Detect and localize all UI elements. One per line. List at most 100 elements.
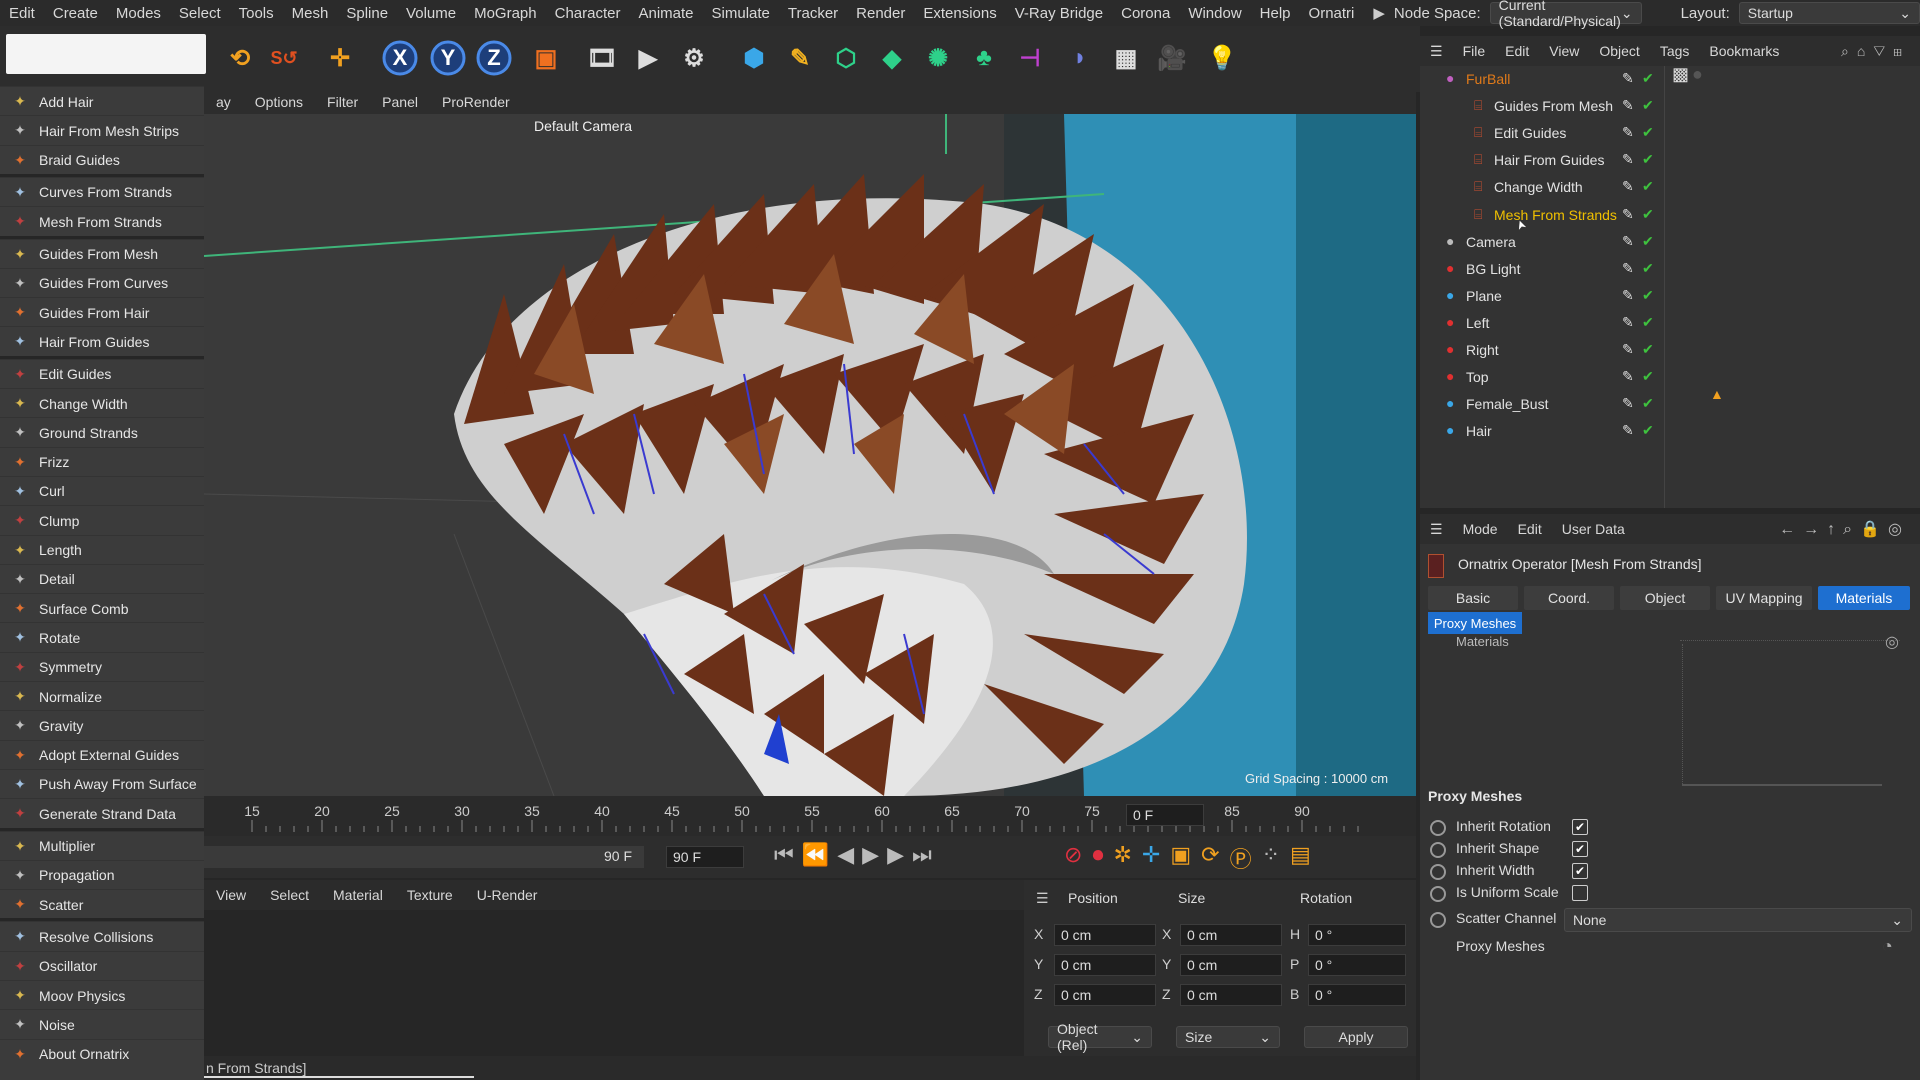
position-field[interactable]: 0 cm <box>1054 984 1156 1006</box>
menu-icon[interactable]: ☰ <box>1420 43 1453 60</box>
material-menu-u-render[interactable]: U-Render <box>465 887 550 903</box>
size-mode-dropdown[interactable]: Size ⌄ <box>1176 1026 1280 1048</box>
edit-toggle-icon[interactable]: ✎ <box>1622 260 1634 277</box>
left-menu-item-oscillator[interactable]: ✦ Oscillator <box>0 950 204 981</box>
tab-materials[interactable]: Materials <box>1818 586 1910 610</box>
edit-toggle-icon[interactable]: ✎ <box>1622 395 1634 412</box>
field-icon[interactable]: ◗ <box>1060 38 1100 78</box>
timeline-ruler[interactable]: 15202530354045505560657075808590 0 F <box>204 796 1416 836</box>
autokey-icon[interactable]: ⏺ <box>1092 842 1103 874</box>
menu-icon[interactable]: ☰ <box>1036 890 1049 907</box>
left-menu-item-symmetry[interactable]: ✦ Symmetry <box>0 651 204 682</box>
end-frame-field[interactable]: 90 F <box>666 846 744 868</box>
object-row-change-width[interactable]: ⌸ Change Width ✎ ✔ <box>1420 174 1920 201</box>
enabled-check-icon[interactable]: ✔ <box>1642 341 1654 358</box>
menu-ornatri[interactable]: Ornatri <box>1300 5 1364 22</box>
left-menu-item-detail[interactable]: ✦ Detail <box>0 563 204 594</box>
menu-mograph[interactable]: MoGraph <box>465 5 546 22</box>
key-pla-icon[interactable]: ⁘ <box>1262 842 1280 874</box>
key-rotation-icon[interactable]: ⟳ <box>1201 842 1219 874</box>
menu-edit[interactable]: Edit <box>0 5 44 22</box>
tab-coord-[interactable]: Coord. <box>1524 586 1614 610</box>
enabled-check-icon[interactable]: ✔ <box>1642 260 1654 277</box>
left-menu-item-ground-strands[interactable]: ✦ Ground Strands <box>0 417 204 447</box>
left-menu-item-guides-from-mesh[interactable]: ✦ Guides From Mesh <box>0 238 204 269</box>
edit-toggle-icon[interactable]: ✎ <box>1622 341 1634 358</box>
menu-mesh[interactable]: Mesh <box>283 5 338 22</box>
timeline-window-icon[interactable]: ▤ <box>1290 842 1311 874</box>
object-menu-edit[interactable]: Edit <box>1495 43 1539 59</box>
material-menu-view[interactable]: View <box>204 887 258 903</box>
viewport-menu-prorender[interactable]: ProRender <box>430 94 522 110</box>
key-param-icon[interactable]: Ⓟ <box>1230 842 1252 874</box>
enabled-check-icon[interactable]: ✔ <box>1642 151 1654 168</box>
menu-extensions[interactable]: Extensions <box>914 5 1005 22</box>
left-menu-item-surface-comb[interactable]: ✦ Surface Comb <box>0 593 204 623</box>
param-radio[interactable] <box>1430 886 1446 905</box>
param-checkbox[interactable]: ✔ <box>1572 863 1588 879</box>
edit-toggle-icon[interactable]: ✎ <box>1622 287 1634 304</box>
render-settings-icon[interactable]: ⚙ <box>674 38 714 78</box>
edit-toggle-icon[interactable]: ✎ <box>1622 124 1634 141</box>
object-row-guides-from-mesh[interactable]: ⌸ Guides From Mesh ✎ ✔ <box>1420 93 1920 120</box>
key-position-icon[interactable]: ✛ <box>1142 842 1160 874</box>
object-menu-tags[interactable]: Tags <box>1650 43 1700 59</box>
key-selection-icon[interactable]: ✲ <box>1113 842 1131 874</box>
edit-toggle-icon[interactable]: ✎ <box>1622 151 1634 168</box>
enabled-check-icon[interactable]: ✔ <box>1642 314 1654 331</box>
object-row-left[interactable]: ● Left ✎ ✔ <box>1420 310 1920 337</box>
light-icon[interactable]: 💡 <box>1202 38 1242 78</box>
param-radio[interactable] <box>1430 842 1446 861</box>
left-menu-item-rotate[interactable]: ✦ Rotate <box>0 622 204 652</box>
menu-tracker[interactable]: Tracker <box>779 5 847 22</box>
material-menu-material[interactable]: Material <box>321 887 395 903</box>
material-menu-texture[interactable]: Texture <box>395 887 465 903</box>
camera-icon[interactable]: 🎥 <box>1152 38 1192 78</box>
enabled-check-icon[interactable]: ✔ <box>1642 70 1654 87</box>
edit-toggle-icon[interactable]: ✎ <box>1622 368 1634 385</box>
left-menu-item-frizz[interactable]: ✦ Frizz <box>0 446 204 477</box>
material-menu-select[interactable]: Select <box>258 887 321 903</box>
object-row-furball[interactable]: ● FurBall ✎ ✔ <box>1420 66 1920 93</box>
rotation-field[interactable]: 0 ° <box>1308 984 1406 1006</box>
prev-key-icon[interactable]: ⏪ <box>802 842 829 868</box>
object-row-top[interactable]: ● Top ✎ ✔ <box>1420 364 1920 391</box>
menu-select[interactable]: Select <box>170 5 230 22</box>
edit-toggle-icon[interactable]: ✎ <box>1622 422 1634 439</box>
rotation-field[interactable]: 0 ° <box>1308 924 1406 946</box>
menu-volume[interactable]: Volume <box>397 5 465 22</box>
position-field[interactable]: 0 cm <box>1054 924 1156 946</box>
proxy-meshes-link-icon[interactable]: ◔ <box>1882 936 1893 957</box>
left-menu-item-multiplier[interactable]: ✦ Multiplier <box>0 830 204 861</box>
size-field[interactable]: 0 cm <box>1180 984 1282 1006</box>
frame-range-slider[interactable] <box>204 846 644 868</box>
render-view-icon[interactable]: ▶ <box>628 38 668 78</box>
left-menu-item-hair-from-mesh-strips[interactable]: ✦ Hair From Mesh Strips <box>0 115 204 145</box>
left-menu-item-moov-physics[interactable]: ✦ Moov Physics <box>0 980 204 1010</box>
menu-window[interactable]: Window <box>1179 5 1250 22</box>
go-to-start-icon[interactable]: ⏮ <box>774 842 794 868</box>
left-menu-item-braid-guides[interactable]: ✦ Braid Guides <box>0 144 204 175</box>
enabled-check-icon[interactable]: ✔ <box>1642 233 1654 250</box>
tab-object[interactable]: Object <box>1620 586 1710 610</box>
object-row-mesh-from-strands[interactable]: ⌸ Mesh From Strands ✎ ✔ <box>1420 202 1920 229</box>
object-menu-file[interactable]: File <box>1453 43 1496 59</box>
enabled-check-icon[interactable]: ✔ <box>1642 395 1654 412</box>
prev-frame-icon[interactable]: ◀ <box>837 842 854 868</box>
scale-tool-icon[interactable]: S↺ <box>264 38 304 78</box>
object-menu-bookmarks[interactable]: Bookmarks <box>1699 43 1789 59</box>
viewport-3d[interactable]: Default Camera Grid Spacing : 10000 cm ✥… <box>204 114 1416 796</box>
move-tool-icon[interactable]: ✛ <box>320 38 360 78</box>
left-menu-item-propagation[interactable]: ✦ Propagation <box>0 859 204 890</box>
scatter-channel-dropdown[interactable]: None ⌄ <box>1564 908 1912 932</box>
enabled-check-icon[interactable]: ✔ <box>1642 124 1654 141</box>
enabled-check-icon[interactable]: ✔ <box>1642 368 1654 385</box>
attribute-menu-user-data[interactable]: User Data <box>1552 521 1635 537</box>
viewport-menu-filter[interactable]: Filter <box>315 94 370 110</box>
materials-options-icon[interactable]: ◎ <box>1885 632 1899 652</box>
object-menu-view[interactable]: View <box>1539 43 1589 59</box>
edit-toggle-icon[interactable]: ✎ <box>1622 314 1634 331</box>
viewport-menu-panel[interactable]: Panel <box>370 94 430 110</box>
size-field[interactable]: 0 cm <box>1180 954 1282 976</box>
left-menu-item-curl[interactable]: ✦ Curl <box>0 475 204 506</box>
